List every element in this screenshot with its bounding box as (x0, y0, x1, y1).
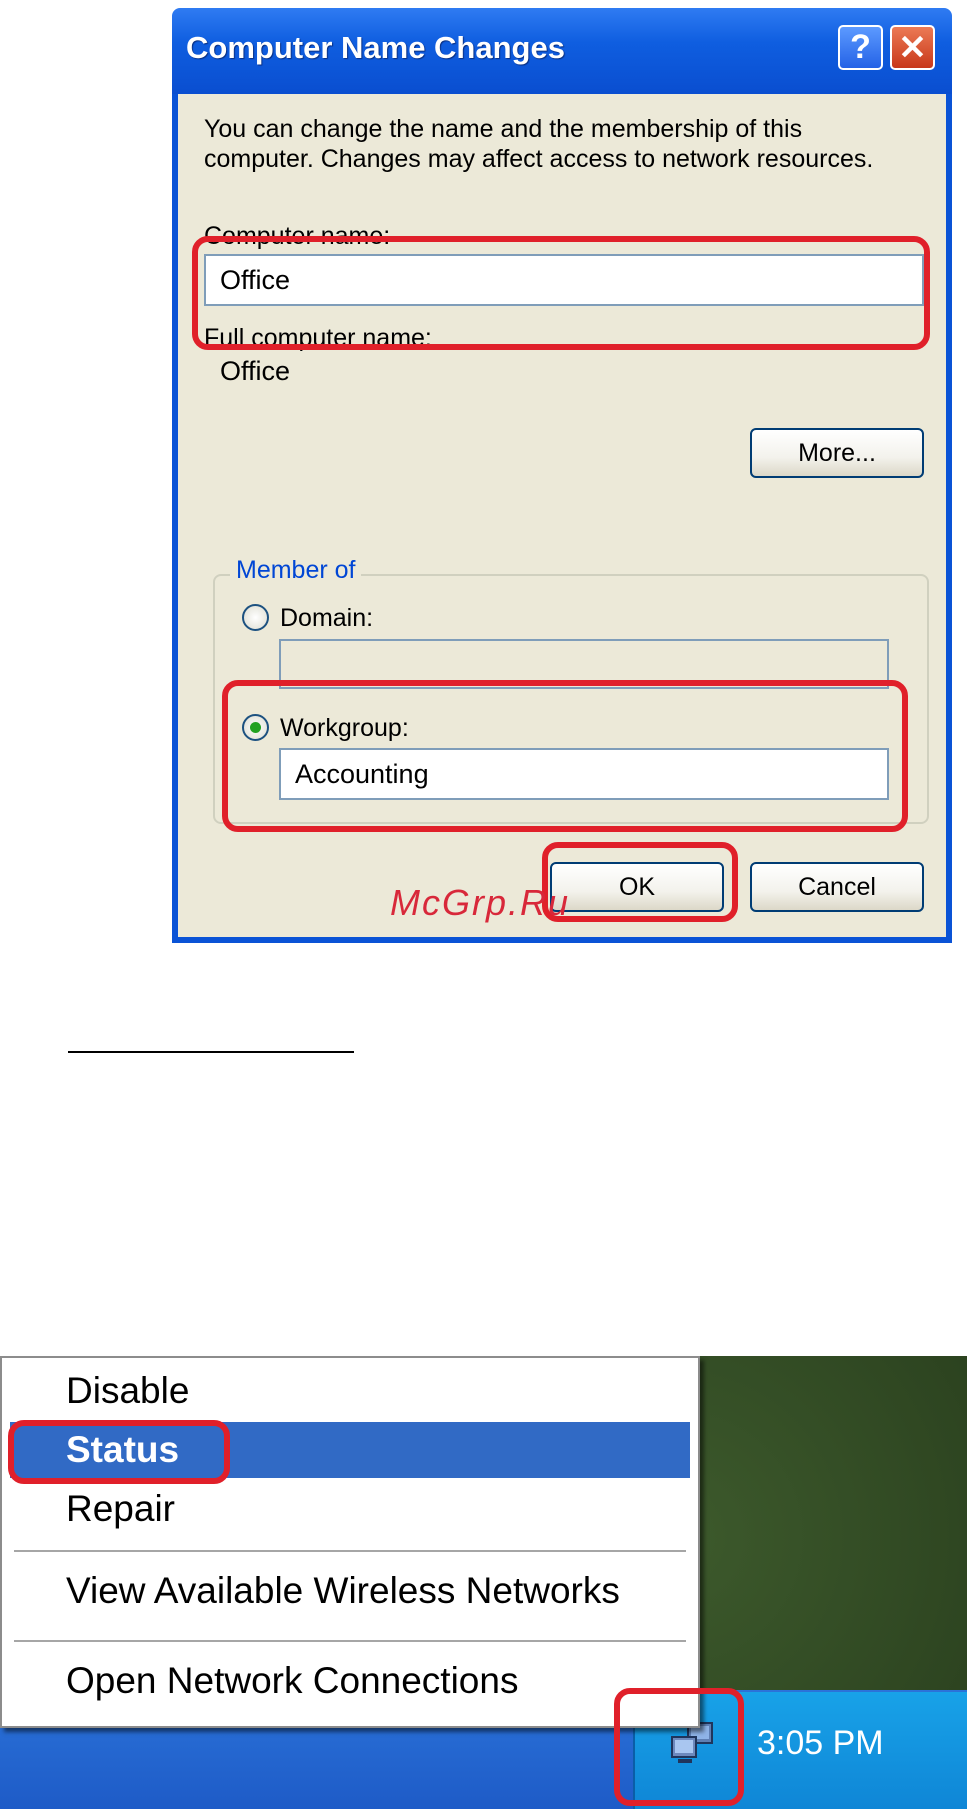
help-icon[interactable]: ? (838, 25, 883, 70)
taskbar-clock: 3:05 PM (757, 1724, 884, 1762)
workgroup-input[interactable]: Accounting (279, 748, 889, 800)
domain-radio[interactable] (242, 604, 269, 631)
cancel-button[interactable]: Cancel (750, 862, 924, 912)
menu-separator (14, 1550, 686, 1552)
member-of-legend: Member of (230, 556, 362, 585)
menu-item-open-network-connections[interactable]: Open Network Connections (66, 1660, 518, 1702)
domain-input[interactable] (279, 639, 889, 689)
computer-name-label: Computer name: (204, 222, 391, 250)
domain-label: Domain: (280, 604, 374, 632)
network-context-menu: Disable Status Repair View Available Wir… (0, 1356, 700, 1728)
full-computer-name-value: Office (220, 356, 291, 386)
dialog-titlebar[interactable]: Computer Name Changes ? ✕ (172, 8, 952, 94)
menu-item-status[interactable]: Status (10, 1422, 690, 1478)
dialog-description: You can change the name and the membersh… (204, 115, 874, 173)
workgroup-label: Workgroup: (280, 714, 409, 742)
dialog-client-area: You can change the name and the membersh… (178, 94, 946, 937)
menu-item-repair[interactable]: Repair (66, 1488, 175, 1530)
computer-name-changes-dialog: Computer Name Changes ? ✕ You can change… (172, 8, 952, 943)
menu-item-disable[interactable]: Disable (66, 1370, 189, 1412)
workgroup-radio[interactable] (242, 714, 269, 741)
ok-button[interactable]: OK (550, 862, 724, 912)
more-button[interactable]: More... (750, 428, 924, 478)
menu-separator (14, 1640, 686, 1642)
close-icon[interactable]: ✕ (890, 25, 935, 70)
horizontal-rule (68, 1051, 354, 1053)
watermark-text: McGrp.Ru (390, 882, 571, 923)
menu-item-view-wireless-networks[interactable]: View Available Wireless Networks (66, 1570, 620, 1612)
full-computer-name-label: Full computer name: (204, 324, 432, 352)
computer-name-input[interactable]: Office (204, 254, 924, 306)
dialog-title: Computer Name Changes (186, 30, 565, 65)
